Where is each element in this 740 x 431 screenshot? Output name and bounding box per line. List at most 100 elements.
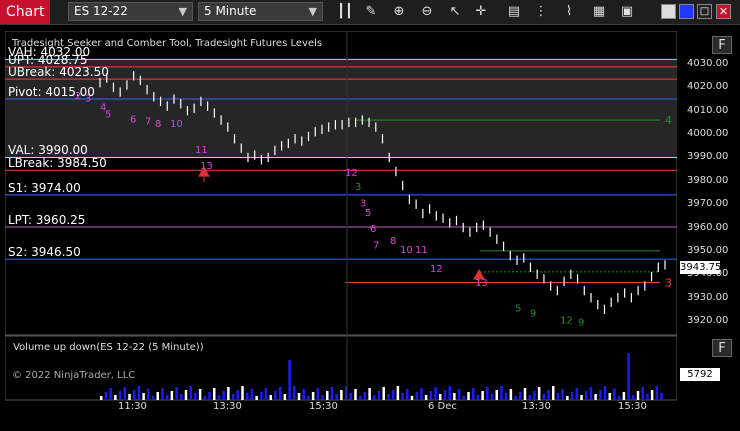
stop-marker: 3 <box>665 276 672 289</box>
volume-bar <box>617 396 621 400</box>
volume-bar <box>100 396 103 400</box>
grid-icon[interactable]: ▦ <box>590 3 608 21</box>
theme-blue-button[interactable] <box>679 4 694 19</box>
seeker-count-label: 6 <box>130 114 136 125</box>
volume-bar <box>321 395 324 400</box>
cursor-icon[interactable]: ↖ <box>446 3 464 21</box>
seeker-count-label: 5 <box>515 304 521 315</box>
volume-bar <box>180 394 183 400</box>
draw-pencil-icon[interactable]: ✎ <box>362 3 380 21</box>
volume-bar <box>660 393 663 400</box>
volume-bar <box>358 396 362 400</box>
price-axis-tick: 3920.00 <box>687 315 729 326</box>
volume-bar <box>170 391 174 400</box>
volume-bar <box>104 392 108 400</box>
volume-bar <box>198 389 202 400</box>
seeker-count-label: 12 <box>560 315 573 326</box>
level-label: Pivot: 4015.00 <box>8 85 95 100</box>
volume-bar <box>231 394 235 400</box>
volume-bar <box>552 386 555 400</box>
current-price-box: 3943.75 <box>680 261 722 274</box>
volume-bar <box>547 390 550 400</box>
volume-bar <box>363 392 367 400</box>
volume-bar <box>222 391 225 400</box>
line-chart-icon[interactable]: ⌇ <box>560 3 578 21</box>
volume-bar <box>509 389 513 400</box>
chevron-down-icon: ▼ <box>308 5 317 18</box>
price-axis-tick: 3960.00 <box>687 221 729 233</box>
level-label: LBreak: 3984.50 <box>8 156 107 171</box>
volume-bar <box>311 392 315 400</box>
current-volume-box: 5792 <box>680 368 720 381</box>
volume-bar <box>264 388 268 400</box>
volume-bar <box>236 390 240 400</box>
volume-bar <box>161 388 164 400</box>
volume-bar <box>627 353 630 400</box>
volume-bar <box>424 395 428 400</box>
volume-bar <box>401 393 404 400</box>
volume-bar <box>420 388 423 400</box>
volume-bar <box>297 393 301 400</box>
volume-bar <box>406 389 409 400</box>
volume-bar <box>537 387 541 400</box>
volume-bar <box>293 386 296 400</box>
volume-bar <box>608 393 611 400</box>
zoom-out-icon[interactable]: ⊖ <box>418 3 436 21</box>
volume-bar <box>175 387 178 400</box>
close-icon[interactable]: ✕ <box>716 4 731 19</box>
volume-bar <box>208 392 211 400</box>
price-axis-tick: 4030.00 <box>687 58 729 69</box>
seeker-count-label: 9 <box>530 308 536 319</box>
volume-bar <box>326 391 329 400</box>
price-axis-tick: 4000.00 <box>687 128 729 140</box>
symbol-select[interactable]: ES 12-22 ▼ <box>68 2 193 21</box>
theme-light-button[interactable] <box>661 4 676 19</box>
time-axis-tick: 15:30 <box>309 401 338 412</box>
seeker-count-label: 10 <box>400 245 413 256</box>
volume-panel-f-button[interactable]: F <box>712 339 732 357</box>
volume-bar <box>504 393 508 400</box>
tab-chart[interactable]: Chart <box>0 0 50 24</box>
volume-bar <box>330 387 334 400</box>
volume-bar <box>486 387 489 400</box>
volume-bar <box>142 393 145 400</box>
bar-chart-icon[interactable]: ┃┃ <box>336 3 354 21</box>
zoom-in-icon[interactable]: ⊕ <box>390 3 408 21</box>
volume-bar <box>132 390 136 400</box>
seeker-count-label: 5 <box>105 110 111 121</box>
volume-bar <box>391 390 395 400</box>
seeker-count-label: 8 <box>155 119 161 130</box>
volume-bar <box>194 393 197 400</box>
volume-bar <box>457 389 461 400</box>
interval-select[interactable]: 5 Minute ▼ <box>198 2 323 21</box>
crosshair-icon[interactable]: ✛ <box>472 3 490 21</box>
data-box-icon[interactable]: ▤ <box>505 3 523 21</box>
volume-bar <box>245 393 249 400</box>
level-label: S2: 3946.50 <box>8 245 81 260</box>
volume-bar <box>434 387 437 400</box>
price-axis-tick: 3980.00 <box>687 174 729 186</box>
chart-style-icon[interactable]: ▣ <box>618 3 636 21</box>
volume-bar <box>439 394 442 400</box>
volume-bar <box>523 388 527 400</box>
seeker-count-label: 11 <box>415 245 428 256</box>
seeker-count-label: 12 <box>430 264 443 275</box>
volume-bar <box>123 387 127 400</box>
volume-bar <box>490 394 494 400</box>
volume-bar <box>114 395 117 400</box>
volume-bar <box>340 390 343 400</box>
interval-value: 5 Minute <box>204 4 257 18</box>
price-panel-f-button[interactable]: F <box>712 36 732 54</box>
volume-bar <box>415 392 418 400</box>
seeker-count-label: 3 <box>355 182 361 193</box>
line-style-icon[interactable]: ⋮ <box>532 3 550 21</box>
volume-bar <box>151 396 155 400</box>
maximize-icon[interactable]: □ <box>697 4 712 19</box>
volume-bar <box>655 386 659 400</box>
price-axis-tick: 4020.00 <box>687 81 729 93</box>
volume-bar <box>476 395 480 400</box>
volume-bar <box>307 396 310 400</box>
level-label: UBreak: 4023.50 <box>8 65 109 80</box>
volume-bar <box>184 390 188 400</box>
volume-bar <box>613 389 616 400</box>
